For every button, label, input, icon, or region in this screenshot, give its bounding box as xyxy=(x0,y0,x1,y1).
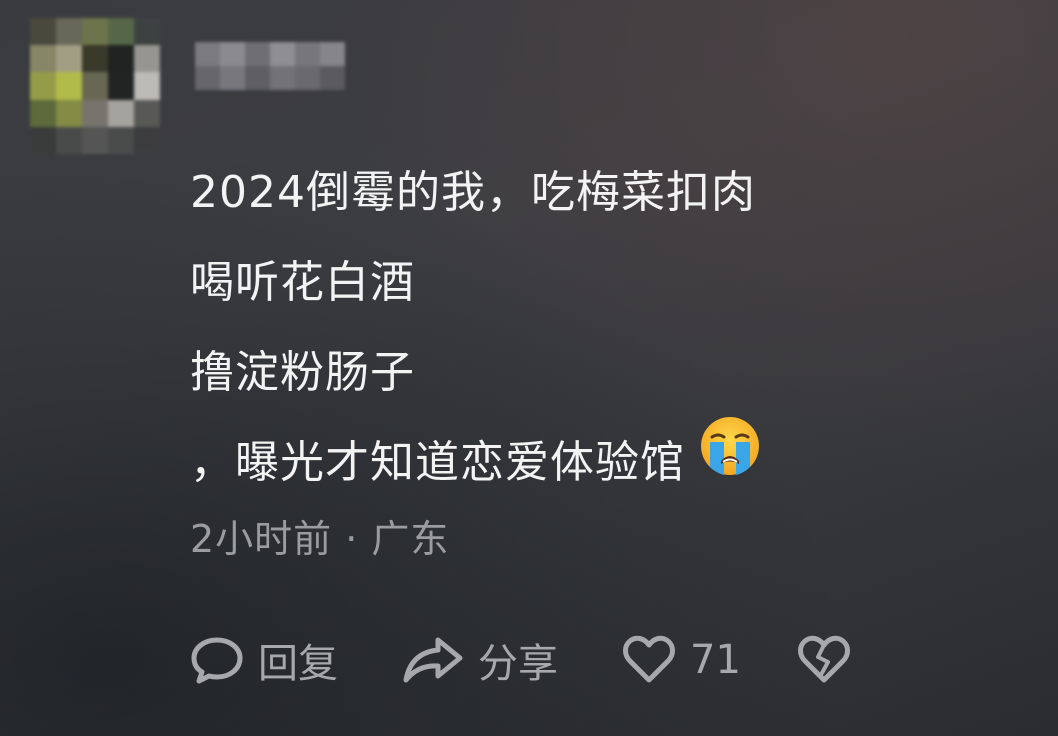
reply-label: 回复 xyxy=(258,641,338,687)
comment-bubble-icon xyxy=(191,637,243,684)
comment-line: 撸淀粉肠子 xyxy=(190,347,415,398)
heart-icon xyxy=(623,635,675,683)
share-button[interactable]: 分享 xyxy=(402,631,622,689)
avatar[interactable] xyxy=(30,18,160,154)
comment-line: 2024倒霉的我，吃梅菜扣肉 xyxy=(190,167,756,218)
share-arrow-icon xyxy=(403,637,463,683)
reply-button[interactable]: 回复 xyxy=(190,631,390,689)
dislike-button[interactable] xyxy=(797,635,851,685)
like-count: 71 xyxy=(690,637,741,683)
crying-face-icon xyxy=(699,415,761,508)
comment-meta: 2小时前 · 广东 xyxy=(190,517,450,561)
broken-heart-icon xyxy=(798,635,850,683)
comment-text: 2024倒霉的我，吃梅菜扣肉 喝听花白酒 撸淀粉肠子 ，曝光才知道恋爱体验馆 xyxy=(190,148,1030,508)
comment-line: 喝听花白酒 xyxy=(190,257,415,308)
username[interactable] xyxy=(195,42,345,90)
share-label: 分享 xyxy=(478,641,558,687)
comment-line-last: ，曝光才知道恋爱体验馆 xyxy=(190,415,1030,508)
like-button[interactable]: 71 xyxy=(622,635,797,685)
comment-line-text: ，曝光才知道恋爱体验馆 xyxy=(190,437,685,488)
comment-actions: 回复 分享 71 xyxy=(190,628,851,692)
